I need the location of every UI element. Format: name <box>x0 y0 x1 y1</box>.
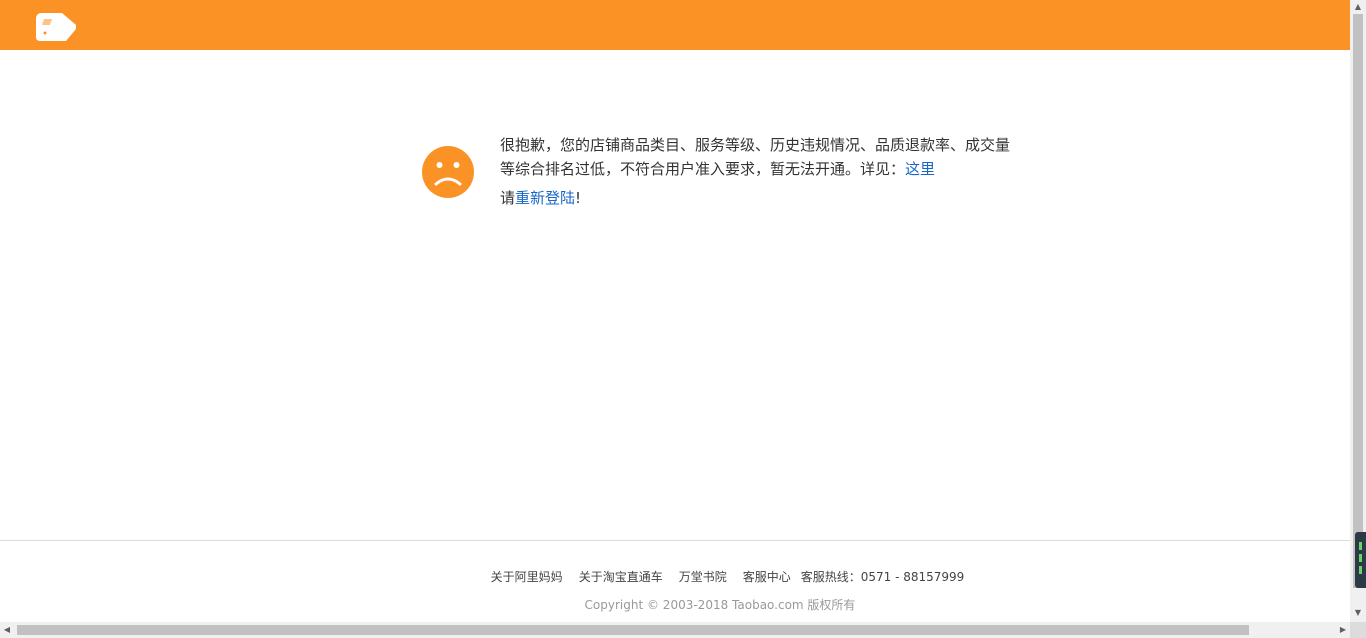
vertical-scroll-thumb[interactable] <box>1353 14 1363 588</box>
footer-copyright: Copyright © 2003-2018 Taobao.com 版权所有 <box>584 598 856 612</box>
scroll-right-arrow-icon[interactable]: ▶ <box>1336 622 1350 638</box>
taobao-logo-icon[interactable] <box>36 11 78 43</box>
top-header-bar <box>0 0 1350 50</box>
horizontal-scroll-thumb[interactable] <box>17 625 1249 635</box>
footer-links: 关于阿里妈妈 关于淘宝直通车 万堂书院 客服中心 客服热线：0571 - 8815799… <box>0 569 1366 585</box>
vertical-scrollbar[interactable]: ▲ ▼ <box>1350 0 1366 622</box>
scroll-left-arrow-icon[interactable]: ◀ <box>0 622 14 638</box>
notice-line-2: 请重新登陆! <box>500 186 1020 210</box>
scroll-down-arrow-icon[interactable]: ▼ <box>1350 606 1366 620</box>
horizontal-scrollbar[interactable]: ◀ ▶ <box>0 622 1350 638</box>
footer-link-about-alimama[interactable]: 关于阿里妈妈 <box>491 570 563 584</box>
scroll-up-arrow-icon[interactable]: ▲ <box>1350 0 1366 14</box>
relogin-suffix: ! <box>575 189 582 207</box>
footer-divider <box>0 540 1350 541</box>
footer-hotline: 客服热线：0571 - 88157999 <box>800 570 965 584</box>
notice-text: 很抱歉，您的店铺商品类目、服务等级、历史违规情况、品质退款率、成交量等综合排名过… <box>500 133 1020 210</box>
scrollbar-corner <box>1350 622 1366 638</box>
page: 很抱歉，您的店铺商品类目、服务等级、历史违规情况、品质退款率、成交量等综合排名过… <box>0 0 1366 638</box>
relogin-link[interactable]: 重新登陆 <box>515 189 575 207</box>
notice-line-1: 很抱歉，您的店铺商品类目、服务等级、历史违规情况、品质退款率、成交量等综合排名过… <box>500 133 1020 181</box>
footer-link-wantang-academy[interactable]: 万堂书院 <box>679 570 727 584</box>
notice-message: 很抱歉，您的店铺商品类目、服务等级、历史违规情况、品质退款率、成交量等综合排名过… <box>422 133 1022 223</box>
footer-link-service-center[interactable]: 客服中心 <box>743 570 791 584</box>
relogin-prefix: 请 <box>500 189 516 207</box>
details-link[interactable]: 这里 <box>905 160 935 178</box>
sad-face-icon <box>422 146 474 198</box>
footer-link-about-ztc[interactable]: 关于淘宝直通车 <box>579 570 663 584</box>
side-widget-icon[interactable] <box>1355 532 1366 588</box>
